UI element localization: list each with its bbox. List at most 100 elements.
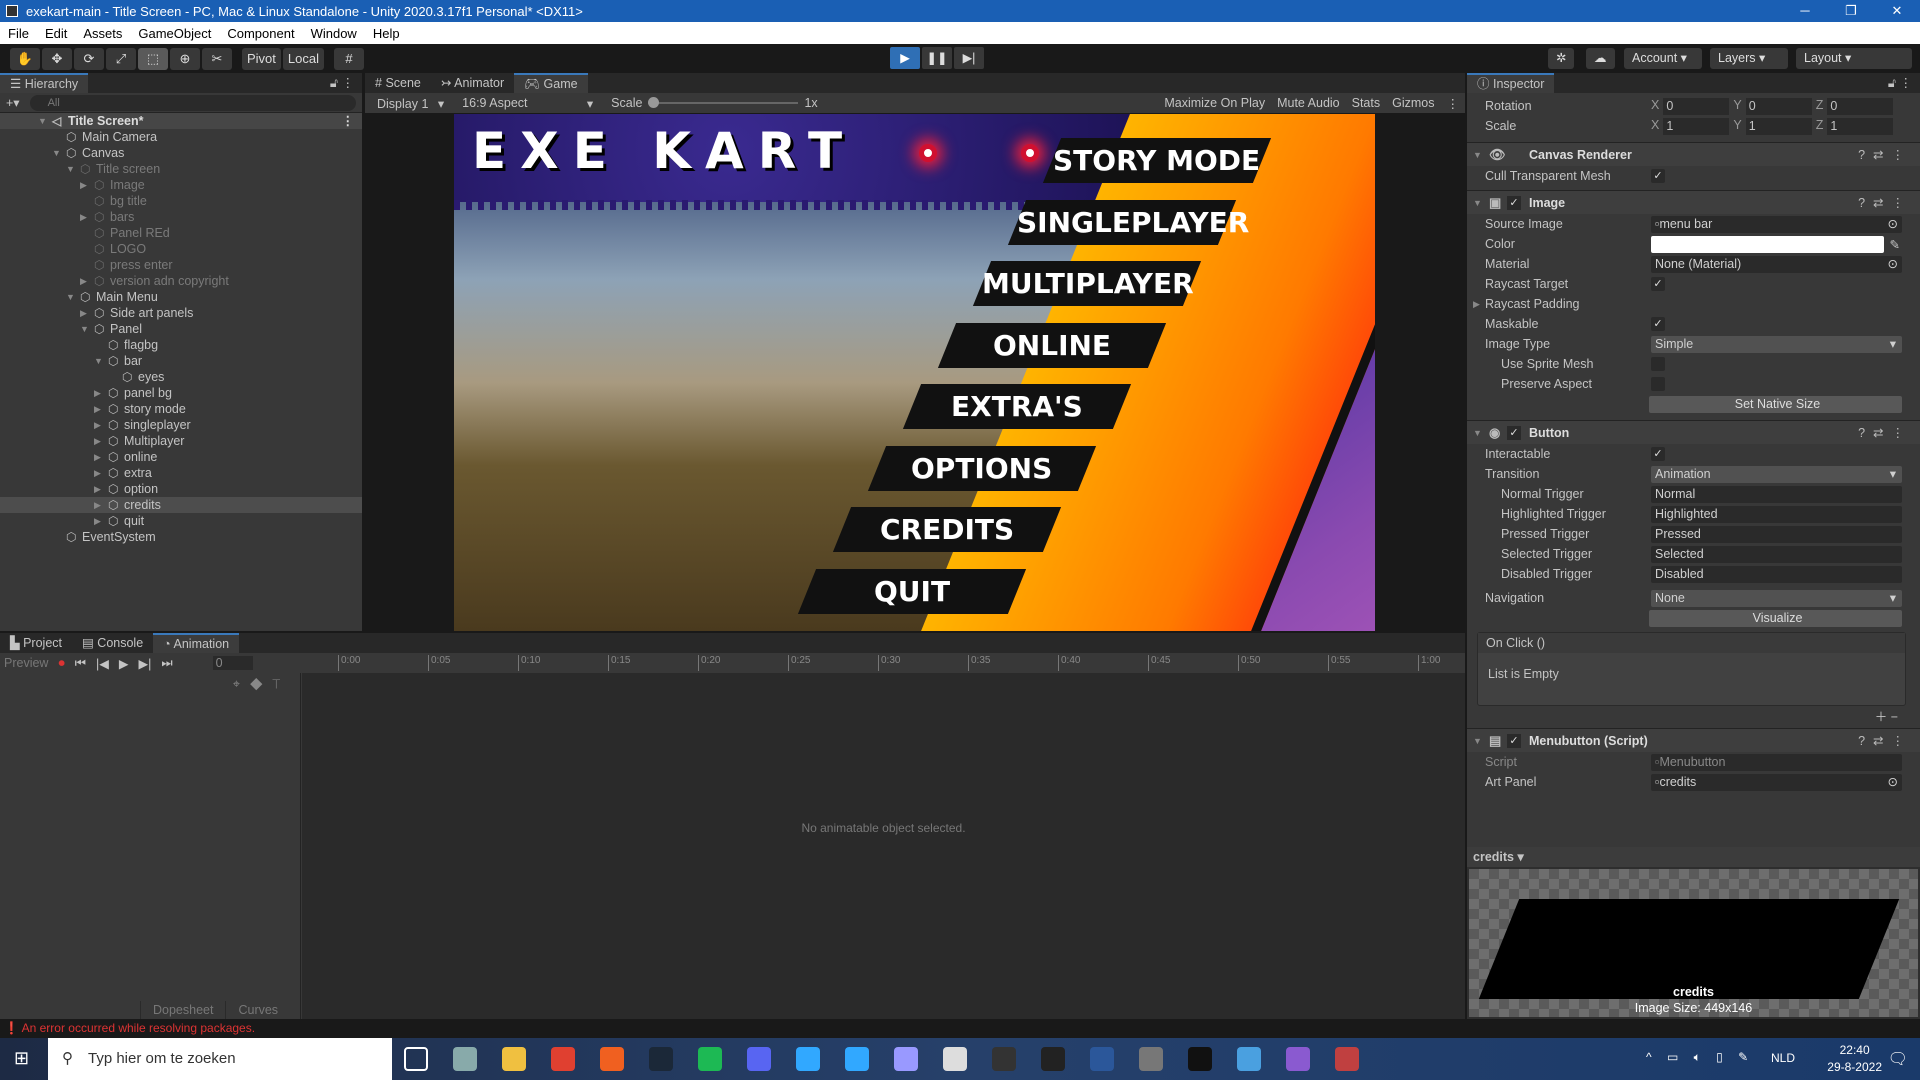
hierarchy-item[interactable]: ▼ ⬡ Panel: [0, 321, 362, 337]
cloud-icon[interactable]: ☁: [1586, 48, 1615, 69]
expand-open-icon[interactable]: ▼: [38, 113, 50, 129]
collab-icon[interactable]: ✲: [1548, 48, 1575, 69]
hierarchy-search-input[interactable]: All: [29, 94, 356, 111]
obs-icon[interactable]: [992, 1047, 1016, 1071]
object-picker-icon[interactable]: ⊙: [1888, 216, 1898, 233]
chrome-icon[interactable]: [551, 1047, 575, 1071]
material-field[interactable]: None (Material) ⊙: [1651, 255, 1902, 273]
expand-icon[interactable]: ▶: [1473, 299, 1480, 310]
more-icon[interactable]: ⋮: [342, 113, 355, 129]
raycast-checkbox[interactable]: ✓: [1651, 277, 1665, 291]
hierarchy-item[interactable]: ▼ ⬡ Title screen: [0, 161, 362, 177]
add-keyframe-icon[interactable]: ◆: [250, 677, 273, 691]
hierarchy-item[interactable]: ⬡ Panel REd: [0, 225, 362, 241]
unity-icon[interactable]: [1188, 1047, 1212, 1071]
sprite-mesh-checkbox[interactable]: [1651, 357, 1665, 371]
component-controls-icon[interactable]: ?⇄⋮: [1858, 733, 1912, 748]
button-enabled-checkbox[interactable]: ✓: [1507, 425, 1521, 440]
task-view-icon[interactable]: [404, 1047, 428, 1071]
interactable-checkbox[interactable]: ✓: [1651, 447, 1665, 461]
hierarchy-item[interactable]: ▶ ⬡ extra: [0, 465, 362, 481]
menu-button[interactable]: QUIT: [797, 568, 1027, 614]
steam-icon[interactable]: [649, 1047, 673, 1071]
menu-button[interactable]: MULTIPLAYER: [972, 261, 1202, 306]
canvas-renderer-header[interactable]: ▼ 👁︎ Canvas Renderer ?⇄⋮: [1467, 142, 1920, 166]
add-button[interactable]: +▾: [6, 95, 20, 110]
taskbar-search-input[interactable]: ⚲ Typ hier om te zoeken: [48, 1038, 392, 1080]
layout-dropdown[interactable]: Layout ▾: [1796, 48, 1912, 69]
tab-animation[interactable]: ◔ Animation: [153, 633, 240, 653]
prev-key-button[interactable]: |◀: [96, 656, 109, 671]
rotate-tool-icon[interactable]: ⟳: [74, 47, 104, 70]
lock-icon[interactable]: 🔓︎ ⋮: [322, 73, 362, 93]
premiere-icon[interactable]: [894, 1047, 918, 1071]
image-enabled-checkbox[interactable]: ✓: [1507, 195, 1521, 210]
expand-closed-icon[interactable]: ▶: [94, 497, 106, 513]
image-header[interactable]: ▼ ▣ ✓ Image ?⇄⋮: [1467, 190, 1920, 214]
color-field[interactable]: [1651, 235, 1884, 253]
expand-closed-icon[interactable]: ▶: [94, 513, 106, 529]
menu-assets[interactable]: Assets: [75, 26, 130, 41]
expand-closed-icon[interactable]: ▶: [94, 385, 106, 401]
grid-snap-icon[interactable]: #: [333, 47, 364, 70]
hierarchy-item[interactable]: ▼ ⬡ Main Menu: [0, 289, 362, 305]
add-event-icon[interactable]: ⏉: [272, 677, 290, 691]
scale-y[interactable]: 1: [1745, 117, 1812, 135]
layers-dropdown[interactable]: Layers ▾: [1710, 48, 1788, 69]
expand-open-icon[interactable]: ▼: [94, 353, 106, 369]
expand-closed-icon[interactable]: ▶: [94, 481, 106, 497]
tab-game[interactable]: 🎮︎ Game: [514, 73, 588, 93]
hierarchy-item[interactable]: ▶ ⬡ quit: [0, 513, 362, 529]
tab-scene[interactable]: # Scene: [365, 73, 431, 93]
component-controls-icon[interactable]: ?⇄⋮: [1858, 195, 1912, 210]
timeline-ruler[interactable]: 0:00 0:05 0:10 0:15 0:20 0:25 0:30 0:35 0:40 0:45…: [338, 653, 1455, 673]
filter-icon[interactable]: ⌖: [233, 677, 250, 691]
file-explorer-icon[interactable]: [502, 1047, 526, 1071]
hierarchy-item[interactable]: ▼ ◁ Title Screen* ⋮: [0, 113, 362, 129]
hierarchy-item[interactable]: ▶ ⬡ version adn copyright: [0, 273, 362, 289]
trigger-field[interactable]: Highlighted: [1651, 505, 1902, 523]
windows-start-icon[interactable]: ⊞: [14, 1048, 29, 1069]
expand-closed-icon[interactable]: ▶: [80, 177, 92, 193]
notifications-icon[interactable]: 🗨︎: [1888, 1049, 1908, 1069]
play-button[interactable]: ▶: [890, 47, 920, 69]
record-button[interactable]: ⏺: [58, 656, 64, 671]
clock[interactable]: 22:40 29-8-2022: [1827, 1042, 1882, 1076]
account-dropdown[interactable]: Account ▾: [1624, 48, 1702, 69]
scale-tool-icon[interactable]: ⤢: [106, 47, 136, 70]
app-icon[interactable]: [943, 1047, 967, 1071]
expand-closed-icon[interactable]: ▶: [94, 449, 106, 465]
trigger-field[interactable]: Normal: [1651, 485, 1902, 503]
mode-dopesheet[interactable]: Dopesheet: [140, 1001, 225, 1019]
last-key-button[interactable]: ⏭: [161, 656, 172, 671]
status-bar[interactable]: ❗ An error occurred while resolving pack…: [0, 1019, 1920, 1038]
tab-animator[interactable]: ↣ Animator: [431, 73, 514, 93]
hierarchy-item[interactable]: ▶ ⬡ Side art panels: [0, 305, 362, 321]
word-icon[interactable]: [1090, 1047, 1114, 1071]
step-button[interactable]: ▶|: [954, 47, 984, 69]
maskable-checkbox[interactable]: ✓: [1651, 317, 1665, 331]
hierarchy-item[interactable]: ▶ ⬡ online: [0, 449, 362, 465]
visualize-button[interactable]: Visualize: [1649, 609, 1902, 627]
lock-icon[interactable]: 🔓︎ ⋮: [1880, 73, 1920, 93]
pivot-button[interactable]: Pivot: [242, 47, 281, 70]
mode-curves[interactable]: Curves: [225, 1001, 290, 1019]
hierarchy-item[interactable]: ▶ ⬡ Image: [0, 177, 362, 193]
hierarchy-item[interactable]: ▶ ⬡ bars: [0, 209, 362, 225]
rotation-fields[interactable]: X0Y0Z0: [1651, 97, 1894, 115]
art-panel-field[interactable]: ▫credits ⊙: [1651, 773, 1902, 791]
rotation-z[interactable]: 0: [1827, 97, 1894, 115]
local-button[interactable]: Local: [282, 47, 324, 70]
expand-closed-icon[interactable]: ▶: [94, 433, 106, 449]
hierarchy-item[interactable]: ⬡ Main Camera: [0, 129, 362, 145]
hierarchy-item[interactable]: ▶ ⬡ singleplayer: [0, 417, 362, 433]
minimize-button[interactable]: ─: [1782, 0, 1828, 22]
app-2-icon[interactable]: [1139, 1047, 1163, 1071]
expand-closed-icon[interactable]: ▶: [94, 401, 106, 417]
hierarchy-item[interactable]: ▼ ⬡ Canvas: [0, 145, 362, 161]
expand-closed-icon[interactable]: ▶: [94, 417, 106, 433]
cull-checkbox[interactable]: ✓: [1651, 169, 1665, 183]
origin-icon[interactable]: [600, 1047, 624, 1071]
tab-console[interactable]: ▤ Console: [72, 633, 153, 653]
expand-open-icon[interactable]: ▼: [66, 289, 78, 305]
